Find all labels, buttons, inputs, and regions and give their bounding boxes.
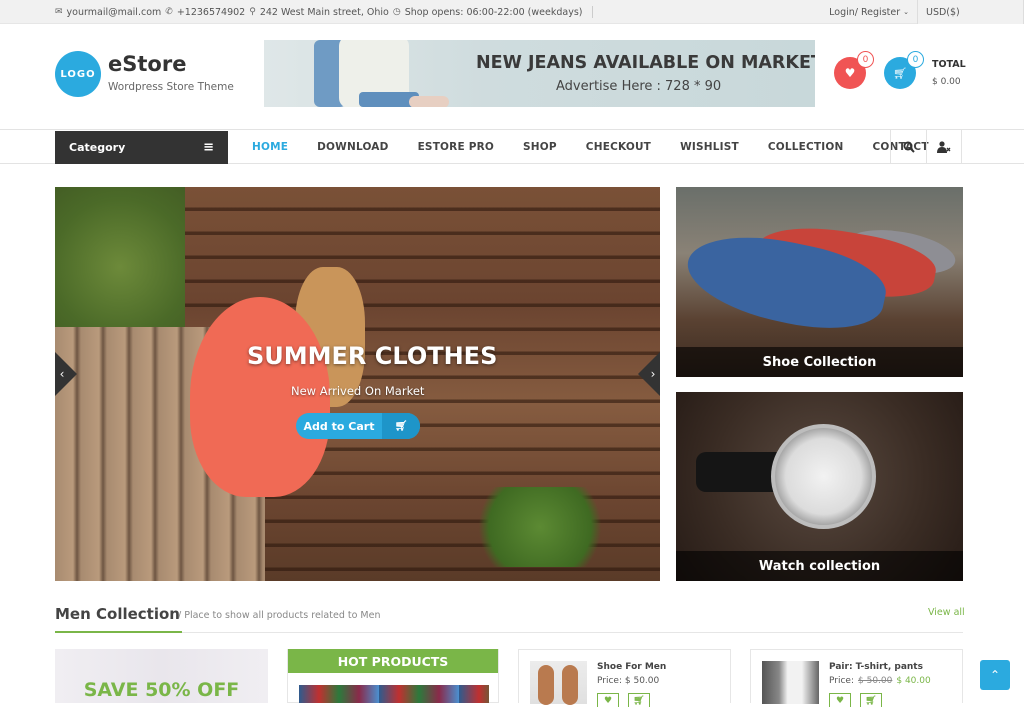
cart-count-badge: 0 [907,51,924,68]
nav-item-estore-pro[interactable]: ESTORE PRO [418,141,494,153]
nav-item-collection[interactable]: COLLECTION [768,141,844,153]
slide-plant [465,487,615,567]
section-divider-accent [55,631,182,633]
product-price: Price: $ 50.00 $ 40.00 [829,676,931,686]
add-to-cart-label: Add to Cart [303,419,375,433]
login-register-dropdown[interactable]: Login/ Register ⌄ [821,0,918,24]
scroll-to-top-button[interactable]: ⌃ [980,660,1010,690]
contact-address: 242 West Main street, Ohio [259,6,389,18]
user-account-button[interactable] [926,130,962,164]
divider [592,6,594,18]
heart-icon: ♥ [835,695,845,706]
chevron-up-icon: ⌃ [989,668,1001,682]
view-all-link[interactable]: View all [928,607,965,618]
promo-image-watch [771,424,876,529]
advertisement-banner[interactable]: NEW JEANS AVAILABLE ON MARKET Advertise … [264,40,815,107]
chevron-left-icon: ‹ [59,367,65,381]
hamburger-icon: ≡ [203,140,214,155]
wishlist-button[interactable]: ♥ 0 [834,51,874,89]
save-banner[interactable]: SAVE 50% OFF [55,649,268,703]
phone-icon: ✆ [165,7,173,17]
site-name[interactable]: eStore [108,52,186,76]
product-card: Pair: T-shirt, pants Price: $ 50.00 $ 40.0… [750,649,963,707]
shopping-cart-icon: 🛒︎ [865,695,877,706]
old-price: $ 50.00 [858,676,893,686]
promo-caption: Shoe Collection [676,347,963,377]
heart-icon: ♥ [603,695,613,706]
contact-email[interactable]: yourmail@mail.com [67,7,162,18]
category-label: Category [69,141,126,154]
nav-item-home[interactable]: HOME [252,141,288,153]
cart-button[interactable]: 🛒︎ 0 [884,51,924,89]
promo-shoe-collection[interactable]: Shoe Collection [676,187,963,377]
hero-slider[interactable]: SUMMER CLOTHES New Arrived On Market Add… [55,187,660,581]
section-subtitle: / Place to show all products related to … [178,610,381,621]
add-to-wishlist-button[interactable]: ♥ [829,693,851,707]
nav-item-shop[interactable]: SHOP [523,141,557,153]
slide-subtitle: New Arrived On Market [291,384,425,398]
promo-watch-collection[interactable]: Watch collection [676,392,963,581]
price-label: Price: [597,676,622,686]
product-thumbnail[interactable] [530,661,587,705]
product-thumbnail[interactable] [762,661,819,704]
shopping-cart-icon: 🛒︎ [633,695,645,706]
cart-total-value: $ 0.00 [932,77,961,87]
price-value: $ 50.00 [624,676,660,686]
category-menu-button[interactable]: Category ≡ [55,131,228,164]
product-name[interactable]: Shoe For Men [597,662,666,672]
logo-text: LOGO [60,68,96,80]
currency-selector[interactable]: USD($) [918,0,1024,24]
envelope-icon: ✉ [55,7,63,17]
add-to-cart-button[interactable]: 🛒︎ [628,693,650,707]
hot-product-image[interactable] [299,685,489,703]
currency-label: USD($) [926,6,960,18]
search-button[interactable] [890,130,926,164]
site-tagline: Wordpress Store Theme [108,81,234,93]
search-icon [903,141,915,153]
main-navigation: Category ≡ HOME DOWNLOAD ESTORE PRO SHOP… [0,130,1024,164]
nav-item-wishlist[interactable]: WISHLIST [680,141,739,153]
chevron-right-icon: › [650,367,656,381]
shop-hours: Shop opens: 06:00-22:00 (weekdays) [404,6,583,18]
sale-price: $ 40.00 [896,676,931,686]
clock-icon: ◷ [392,7,401,17]
top-bar: ✉ yourmail@mail.com ✆ +1236574902 ⚲ 242 … [0,0,1024,24]
nav-menu: HOME DOWNLOAD ESTORE PRO SHOP CHECKOUT W… [252,130,958,164]
price-label: Price: [829,676,854,686]
add-to-cart-button[interactable]: Add to Cart 🛒︎ [296,413,420,439]
banner-image-feet [409,96,449,107]
shopping-cart-icon: 🛒︎ [893,66,907,80]
slide-title: SUMMER CLOTHES [247,342,498,370]
heart-icon: ♥ [844,66,856,80]
save-banner-text: SAVE 50% OFF [83,679,240,701]
product-card: Shoe For Men Price: $ 50.00 ♥ 🛒︎ [518,649,731,707]
product-name[interactable]: Pair: T-shirt, pants [829,662,923,672]
section-divider [55,632,963,633]
hot-products-widget: HOT PRODUCTS [287,649,499,703]
hot-products-heading: HOT PRODUCTS [288,649,498,673]
login-register-label: Login/ Register [829,6,901,18]
contact-info: ✉ yourmail@mail.com ✆ +1236574902 ⚲ 242 … [55,0,594,24]
nav-item-checkout[interactable]: CHECKOUT [586,141,651,153]
chevron-down-icon: ⌄ [903,8,909,16]
add-to-wishlist-button[interactable]: ♥ [597,693,619,707]
banner-subtitle: Advertise Here : 728 * 90 [556,79,722,94]
promo-caption: Watch collection [676,551,963,581]
wishlist-count-badge: 0 [857,51,874,68]
section-title: Men Collection [55,605,180,623]
contact-phone[interactable]: +1236574902 [177,7,245,18]
cart-total-label: TOTAL [932,59,966,70]
user-icon [937,141,951,153]
banner-title: NEW JEANS AVAILABLE ON MARKET [476,53,815,73]
site-header: LOGO eStore Wordpress Store Theme NEW JE… [0,24,1024,130]
add-to-cart-button[interactable]: 🛒︎ [860,693,882,707]
map-marker-icon: ⚲ [249,7,256,17]
shopping-cart-icon: 🛒︎ [382,413,420,439]
product-price: Price: $ 50.00 [597,676,659,686]
site-logo[interactable]: LOGO [55,51,101,97]
nav-item-download[interactable]: DOWNLOAD [317,141,388,153]
